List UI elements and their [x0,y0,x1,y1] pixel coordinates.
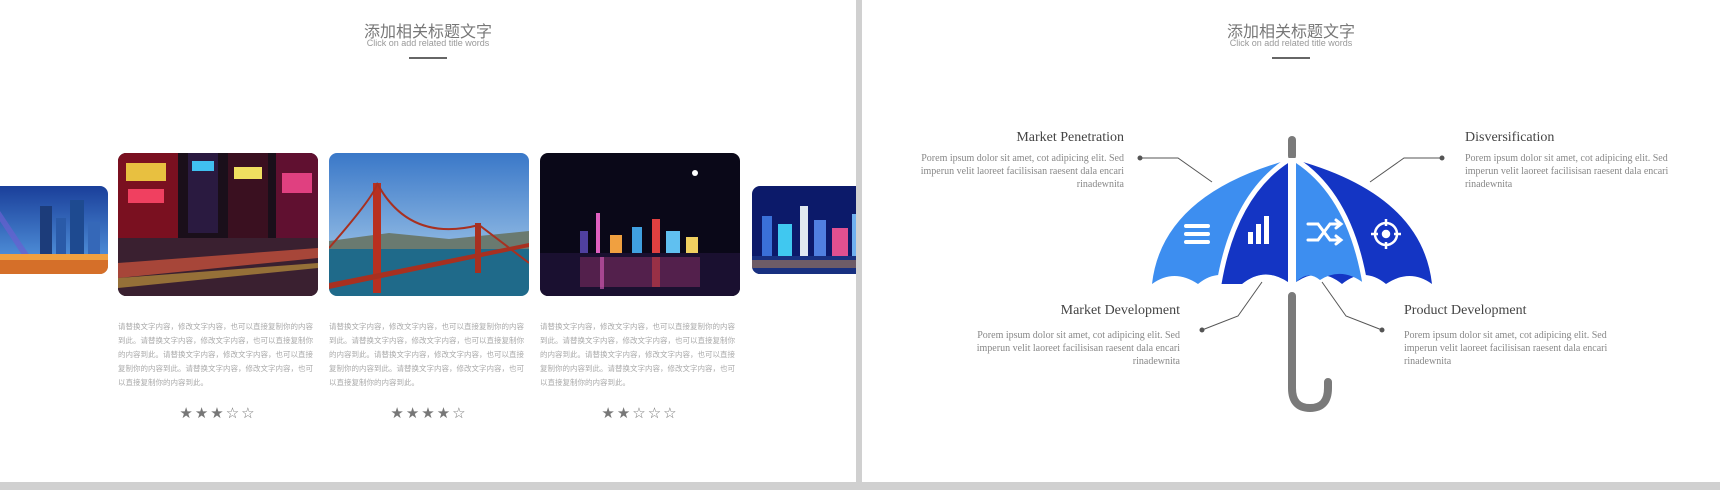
card-description: 请替换文字内容，修改文字内容，也可以直接复制你的内容到此。请替换文字内容，修改文… [329,322,524,387]
star-rating: ★★☆☆☆ [601,404,679,422]
partial-photo-left [0,186,108,274]
market-penetration-title: Market Penetration [1016,130,1124,145]
menu-icon [1184,224,1210,244]
disversification-body: Porem ipsum dolor sit amet, cot adipicin… [1465,153,1669,190]
slide-subtitle: Click on add related title words [366,38,490,48]
partial-photo-right [752,186,856,274]
left-slide: 添加相关标题文字 Click on add related title word… [0,0,856,482]
umbrella-tip [1288,136,1296,160]
umbrella-handle [1288,292,1332,413]
card-description: 请替换文字内容，修改文字内容，也可以直接复制你的内容到此。请替换文字内容，修改文… [540,322,735,387]
canopy-center-gap [1288,158,1296,286]
city-street-night-photo [118,153,318,296]
market-penetration-body: Porem ipsum dolor sit amet, cot adipicin… [920,153,1124,190]
skyline-night-photo [540,153,740,296]
product-development-body: Porem ipsum dolor sit amet, cot adipicin… [1404,330,1608,367]
right-slide: 添加相关标题文字 Click on add related title word… [862,0,1720,482]
star-rating: ★★★☆☆ [179,404,257,422]
bridge-photo [329,153,529,296]
star-rating: ★★★★☆ [390,404,468,422]
market-development-title: Market Development [1060,303,1180,318]
card-description: 请替换文字内容，修改文字内容，也可以直接复制你的内容到此。请替换文字内容，修改文… [118,322,313,387]
title-divider [409,57,447,59]
market-development-body: Porem ipsum dolor sit amet, cot adipicin… [976,330,1180,367]
umbrella-diagram [1137,136,1445,413]
product-development-title: Product Development [1404,303,1527,318]
disversification-title: Disversification [1465,130,1555,145]
